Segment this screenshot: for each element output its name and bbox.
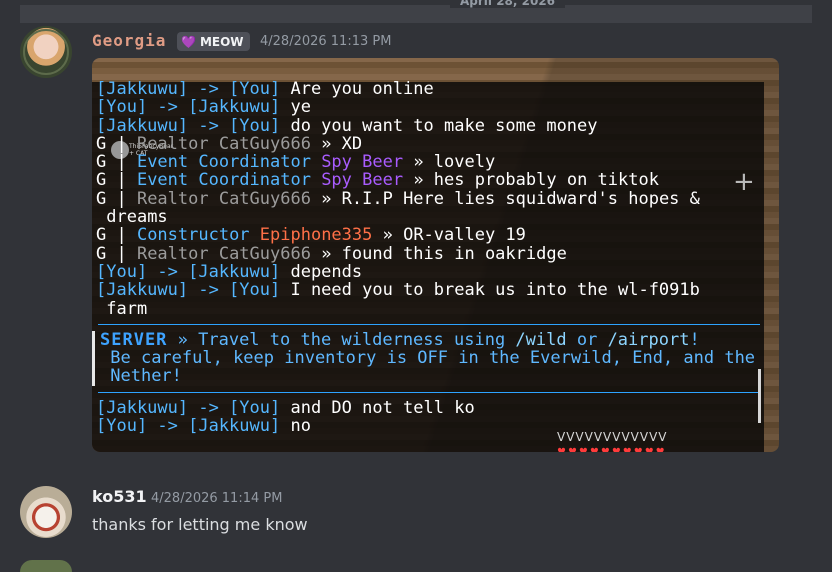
command-airport: /airport bbox=[607, 329, 690, 350]
chat-segment: [You] -> [Jakkuwu] bbox=[96, 97, 291, 118]
heart-icon: 💜 bbox=[181, 34, 196, 49]
chat-segment: I need you to break us into the wl-f091b bbox=[290, 280, 700, 301]
date-divider-line bbox=[20, 5, 812, 23]
chat-segment: » hes probably on tiktok bbox=[413, 170, 659, 191]
chat-segment: G | bbox=[96, 170, 137, 191]
chat-segment: Epiphone335 bbox=[259, 225, 383, 246]
chat-segment: [Jakkuwu] -> [You] bbox=[96, 115, 291, 136]
chat-line: [Jakkuwu] -> [You] Are you online bbox=[96, 80, 762, 98]
health-hearts: ♥♥♥♥♥♥♥♥♥♥ bbox=[557, 447, 667, 452]
server-announcement: SERVER » Travel to the wilderness using … bbox=[92, 331, 762, 386]
chat-segment: » XD bbox=[321, 133, 363, 154]
chat-line: dreams bbox=[96, 208, 762, 226]
message-timestamp: 4/28/2026 11:13 PM bbox=[260, 34, 392, 49]
chat-line: [You] -> [Jakkuwu] depends bbox=[96, 263, 762, 281]
chat-scrollbar bbox=[758, 369, 761, 423]
chat-segment: Spy Beer bbox=[321, 170, 414, 191]
chat-segment: G | bbox=[96, 225, 137, 246]
server-line: Nether! bbox=[100, 366, 182, 387]
chat-segment: Constructor bbox=[136, 225, 260, 246]
chat-segment: dreams bbox=[96, 207, 168, 228]
chat-segment: G | bbox=[96, 243, 137, 264]
chat-segment: [You] -> [Jakkuwu] bbox=[96, 261, 291, 282]
message-timestamp: 4/28/2026 11:14 PM bbox=[151, 491, 283, 506]
chat-line: G | Constructor Epiphone335 » OR-valley … bbox=[96, 226, 762, 244]
chat-line: [Jakkuwu] -> [You] do you want to make s… bbox=[96, 115, 762, 136]
chat-segment: [You] -> [Jakkuwu] bbox=[96, 416, 291, 437]
chat-segment: » OR-valley 19 bbox=[382, 225, 526, 246]
chat-line: G | Realtor CatGuy666 » R.I.P Here lies … bbox=[96, 190, 762, 208]
chat-segment: Realtor CatGuy666 bbox=[136, 243, 322, 264]
chat-line: farm bbox=[96, 298, 762, 319]
date-divider: April 28, 2026 bbox=[0, 0, 832, 23]
chat-segment: [Jakkuwu] -> [You] bbox=[96, 397, 291, 418]
chat-segment: ye bbox=[290, 97, 311, 118]
chat-line: G | Event Coordinator Spy Beer » hes pro… bbox=[96, 171, 762, 189]
server-separator bbox=[98, 323, 760, 325]
message-image[interactable]: + ThiSFancyBear + CAT [Jakkuwu] -> [You]… bbox=[92, 58, 779, 452]
server-text: » Travel to the wilderness using bbox=[167, 329, 516, 350]
chat-segment: » found this in oakridge bbox=[321, 243, 567, 264]
chat-segment: G | bbox=[96, 133, 137, 154]
chat-line: [You] -> [Jakkuwu] ye bbox=[96, 98, 762, 116]
message-author[interactable]: Georgia bbox=[92, 31, 166, 50]
server-separator bbox=[98, 391, 760, 393]
avatar[interactable] bbox=[20, 560, 72, 572]
chat-line: G | Event Coordinator Spy Beer » lovely bbox=[96, 153, 762, 171]
chat-line: [Jakkuwu] -> [You] and DO not tell ko bbox=[96, 399, 762, 417]
chat-segment: G | bbox=[96, 152, 137, 173]
server-title: SERVER bbox=[100, 329, 168, 350]
chat-line: [Jakkuwu] -> [You] I need you to break u… bbox=[96, 281, 762, 299]
chat-segment: farm bbox=[96, 298, 148, 319]
minecraft-chat: [Jakkuwu] -> [You] Are you online [You] -… bbox=[92, 80, 762, 437]
chat-segment: Spy Beer bbox=[321, 152, 414, 173]
chat-line: G | Realtor CatGuy666 » found this in oa… bbox=[96, 245, 762, 263]
hotbar: VVVVVVVVVVVV bbox=[557, 430, 668, 444]
chat-segment: [Jakkuwu] -> [You] bbox=[96, 280, 291, 301]
command-wild: /wild bbox=[515, 329, 567, 350]
avatar[interactable] bbox=[20, 26, 72, 78]
avatar-ring bbox=[23, 29, 69, 75]
chat-segment: Realtor CatGuy666 bbox=[136, 133, 322, 154]
chat-segment: and DO not tell ko bbox=[290, 397, 475, 418]
chat-segment: do you want to make some money bbox=[290, 115, 598, 136]
chat-segment: » lovely bbox=[413, 152, 496, 173]
chat-segment: Event Coordinator bbox=[136, 152, 322, 173]
message-text: thanks for letting me know bbox=[92, 515, 308, 534]
message-author[interactable]: ko531 bbox=[92, 487, 147, 506]
avatar[interactable] bbox=[20, 486, 72, 538]
role-badge[interactable]: 💜 MEOW bbox=[177, 32, 250, 51]
chat-segment: Realtor CatGuy666 bbox=[136, 188, 322, 209]
chat-segment: » R.I.P Here lies squidward's hopes & bbox=[321, 188, 700, 209]
chat-segment: no bbox=[290, 416, 311, 437]
date-divider-text: April 28, 2026 bbox=[450, 0, 566, 8]
server-text: ! bbox=[689, 329, 700, 350]
server-line: Be careful, keep inventory is OFF in the… bbox=[100, 348, 756, 369]
chat-segment: [Jakkuwu] -> [You] bbox=[96, 79, 291, 99]
chat-segment: Are you online bbox=[290, 79, 434, 99]
chat-line: G | Realtor CatGuy666 » XD bbox=[96, 135, 762, 153]
server-line: SERVER » Travel to the wilderness using … bbox=[100, 331, 756, 349]
chat-segment: depends bbox=[290, 261, 363, 282]
role-badge-label: MEOW bbox=[199, 34, 244, 49]
chat-segment: G | bbox=[96, 188, 137, 209]
chat-segment: Event Coordinator bbox=[136, 170, 322, 191]
server-text: or bbox=[566, 329, 608, 350]
